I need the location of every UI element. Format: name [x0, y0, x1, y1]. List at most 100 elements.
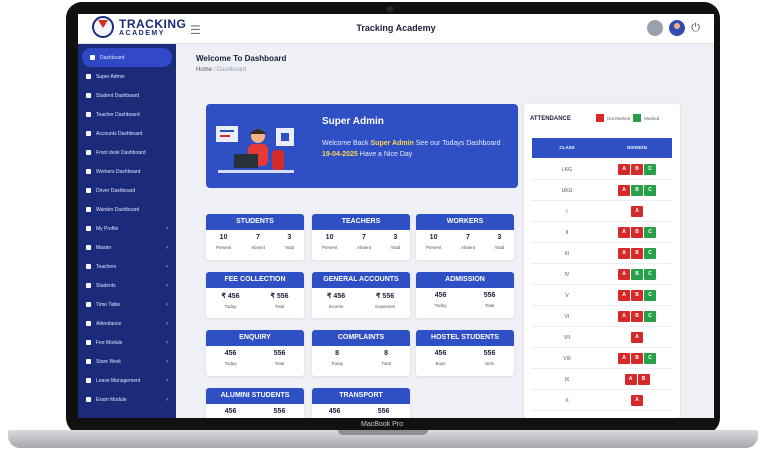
- notification-icon[interactable]: [647, 20, 664, 36]
- col-class: CLASS: [559, 145, 575, 150]
- stat-card[interactable]: TEACHERS 10 Present 7 Absent 3 Total: [312, 214, 410, 260]
- stat-card[interactable]: STUDENTS 10 Present 7 Absent 3 Total: [206, 214, 304, 260]
- division-chip[interactable]: B: [631, 185, 643, 196]
- division-chip[interactable]: C: [644, 311, 656, 322]
- sidebar-item[interactable]: Super Admin: [78, 67, 176, 86]
- not-marked-swatch: [596, 114, 604, 122]
- stat-label: Today: [224, 361, 237, 366]
- sidebar-item[interactable]: Workers Dashboard: [78, 162, 176, 181]
- sidebar-item-label: Front desk Dashboard: [96, 149, 146, 156]
- division-chip[interactable]: A: [618, 311, 630, 322]
- class-name: IX: [564, 376, 570, 383]
- division-chip[interactable]: C: [644, 269, 656, 280]
- division-chip[interactable]: A: [618, 290, 630, 301]
- attendance-row: III A B C: [532, 244, 672, 264]
- sidebar-item-label: Teacher Dashboard: [96, 111, 140, 118]
- sidebar-item[interactable]: Warden Dashboard: [78, 200, 176, 219]
- stat-card[interactable]: ALUMINI STUDENTS 456Boys 556Girls: [206, 388, 304, 418]
- stat-label: Total: [381, 361, 391, 366]
- chevron-right-icon: ›: [166, 358, 168, 365]
- division-chip[interactable]: A: [631, 332, 643, 343]
- stat: 456Allocated: [325, 408, 344, 418]
- stat: 456 Today: [225, 350, 237, 366]
- division-chip[interactable]: B: [631, 227, 643, 238]
- division-chip[interactable]: C: [644, 248, 656, 259]
- banner-message: Welcome Back Super Admin See our Todays …: [322, 140, 501, 158]
- sidebar-item[interactable]: Exam Module ›: [78, 390, 176, 409]
- legend-not-marked: Not Marked: [607, 115, 631, 121]
- stat-value: 556: [273, 408, 286, 415]
- sidebar-item[interactable]: Front desk Dashboard: [78, 143, 176, 162]
- stat: ₹ 556 Total: [270, 292, 288, 309]
- sidebar-item-label: Student Dashboard: [96, 92, 140, 99]
- stat: 456Boys: [225, 408, 237, 418]
- sidebar-item[interactable]: Attendance ›: [78, 314, 176, 333]
- division-chip[interactable]: A: [618, 353, 630, 364]
- stat-value: 8: [384, 350, 389, 357]
- marked-swatch: [633, 114, 642, 122]
- division-chip[interactable]: A: [618, 164, 630, 175]
- stat-card[interactable]: COMPLAINTS 8 Today 8 Total: [312, 330, 410, 376]
- stat-value: ₹ 456: [221, 293, 240, 300]
- sidebar-item[interactable]: Student Dashboard: [78, 86, 176, 105]
- division-chip[interactable]: B: [631, 248, 643, 259]
- breadcrumb-separator: /: [213, 67, 216, 73]
- attendance-title: ATTENDANCE: [530, 116, 571, 122]
- avatar[interactable]: [669, 20, 686, 36]
- stat-card-title: HOSTEL STUDENTS: [416, 330, 514, 346]
- stat-card[interactable]: HOSTEL STUDENTS 456 Boys 556 Girls: [416, 330, 514, 376]
- stat-card[interactable]: WORKERS 10 Present 7 Absent 3 Total: [416, 214, 514, 260]
- division-chip[interactable]: A: [618, 269, 630, 280]
- division-chip[interactable]: C: [644, 227, 656, 238]
- home-icon: [86, 93, 91, 98]
- attendance-row: VI A B C: [532, 307, 672, 327]
- division-chip[interactable]: C: [644, 290, 656, 301]
- sidebar-item[interactable]: Accounts Dashboard: [78, 124, 176, 143]
- stat-card[interactable]: FEE COLLECTION ₹ 456 Today ₹ 556 Total: [206, 272, 304, 318]
- class-name: V: [565, 292, 569, 299]
- division-chip[interactable]: B: [631, 311, 643, 322]
- division-chip[interactable]: B: [637, 374, 650, 385]
- sidebar-item[interactable]: Driver Dashboard: [78, 181, 176, 200]
- class-name: VII: [563, 334, 571, 341]
- sidebar-item[interactable]: Students ›: [78, 276, 176, 295]
- division-chip[interactable]: A: [618, 227, 630, 238]
- stat: 556Girls: [274, 408, 286, 418]
- sidebar-item[interactable]: Teacher Dashboard: [78, 105, 176, 124]
- division-chip[interactable]: B: [631, 164, 643, 175]
- sidebar-item[interactable]: Teachers ›: [78, 257, 176, 276]
- division-chip[interactable]: A: [618, 248, 630, 259]
- class-name: UKG: [561, 187, 573, 194]
- sidebar-item[interactable]: Leave Management ›: [78, 371, 176, 390]
- stat-card[interactable]: TRANSPORT 456Allocated 556Total Student: [312, 388, 410, 418]
- division-chip[interactable]: B: [631, 290, 643, 301]
- division-chip[interactable]: B: [631, 269, 643, 280]
- sidebar-item[interactable]: Master ›: [78, 238, 176, 257]
- division-chip[interactable]: A: [618, 185, 630, 196]
- stat-value: ₹ 556: [270, 293, 289, 300]
- sidebar-item[interactable]: Dashboard: [82, 48, 172, 67]
- division-chip[interactable]: A: [624, 374, 637, 385]
- division-chip[interactable]: A: [631, 206, 643, 217]
- user-icon: [86, 264, 91, 269]
- chevron-right-icon: ›: [166, 244, 168, 251]
- stat-card[interactable]: ENQUIRY 456 Today 556 Total: [206, 330, 304, 376]
- breadcrumb-home[interactable]: Home: [196, 67, 212, 73]
- stat-card[interactable]: GENERAL ACCOUNTS ₹ 456 Income ₹ 556 Expenses: [312, 272, 410, 318]
- sidebar-item[interactable]: Store Work ›: [78, 352, 176, 371]
- banner-user-name: Super Admin: [370, 140, 414, 147]
- division-chip[interactable]: B: [631, 353, 643, 364]
- box-icon: [86, 359, 91, 364]
- division-chip[interactable]: C: [644, 164, 656, 175]
- sidebar-item[interactable]: My Profile ›: [78, 219, 176, 238]
- sidebar-item[interactable]: Time Table ›: [78, 295, 176, 314]
- stat-label: Today: [331, 361, 344, 366]
- stat-card-title: ENQUIRY: [206, 330, 304, 346]
- stat-label: Expenses: [375, 304, 395, 309]
- division-chip[interactable]: C: [644, 353, 656, 364]
- sidebar-item[interactable]: Fee Module ›: [78, 333, 176, 352]
- power-icon[interactable]: ⏻: [691, 22, 700, 35]
- division-chip[interactable]: A: [631, 395, 643, 406]
- division-chip[interactable]: C: [644, 185, 656, 196]
- stat-card[interactable]: ADMISSION 456 Today 556 Total: [416, 272, 514, 318]
